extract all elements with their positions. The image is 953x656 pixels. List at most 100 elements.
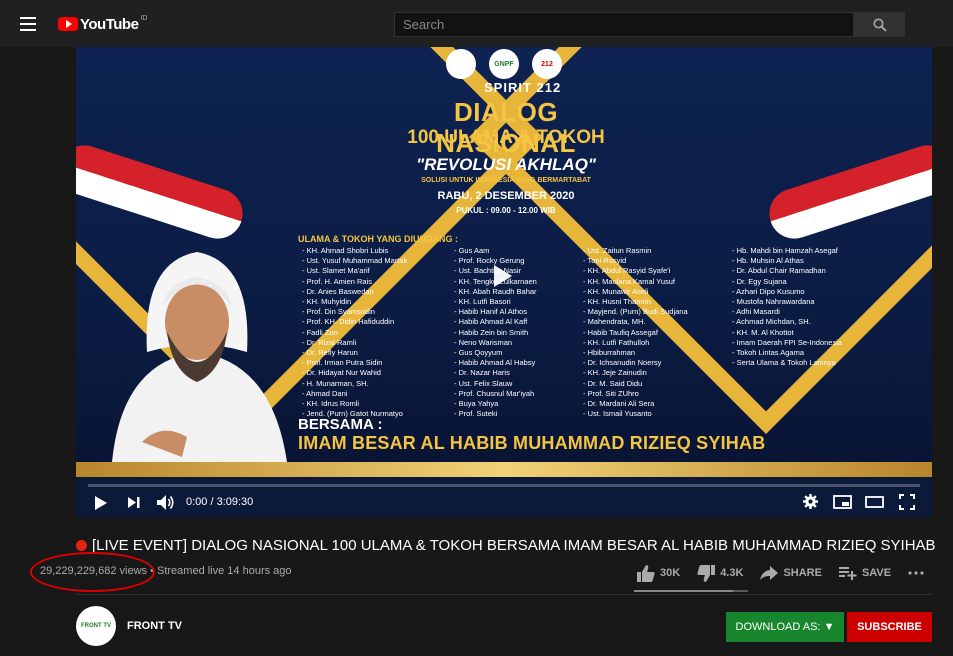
invited-name: - Achmad Michdan, SH. [732, 317, 811, 327]
thumbs-up-icon [637, 564, 655, 582]
search-input[interactable]: Search [394, 12, 854, 37]
settings-gear-icon[interactable] [803, 494, 818, 509]
like-button[interactable]: 30K [637, 564, 680, 582]
invited-name: - KH. Muhyidin [302, 297, 352, 307]
invited-name: - Adhi Masardi [732, 307, 780, 317]
invited-name: - KH. Abah Raudh Bahar [454, 286, 537, 296]
badge-212: 212 [532, 49, 562, 79]
banner-spirit: SPIRIT 212 [484, 80, 562, 95]
hamburger-menu-icon[interactable] [20, 17, 36, 31]
save-button[interactable]: SAVE [838, 566, 891, 580]
theater-mode-icon[interactable] [865, 496, 884, 508]
invited-name: - Prof. H. Amien Rais [302, 276, 373, 286]
more-horizontal-icon [908, 571, 924, 575]
fullscreen-icon[interactable] [899, 494, 915, 510]
channel-avatar[interactable]: FRONT TV [76, 606, 116, 646]
center-play-icon[interactable] [494, 265, 512, 287]
invited-name: - KH. Lutfi Basori [454, 297, 511, 307]
sentiment-bar [634, 590, 748, 592]
invited-name: - Ust. Slamet Ma'arif [302, 266, 370, 276]
next-icon[interactable] [127, 496, 141, 509]
invited-name: - Dr. Rizal Ramli [302, 337, 357, 347]
invited-name: - KH. Abdul Rasyid Syafe'i [583, 266, 671, 276]
play-icon[interactable] [94, 495, 108, 511]
banner-invited-heading: ULAMA & TOKOH YANG DIUNDANG : [298, 234, 459, 244]
invited-name: - KH. Ahmad Shobri Lubis [302, 246, 389, 255]
search-button[interactable] [853, 12, 905, 37]
invited-name: - KH. Idrus Romli [302, 399, 360, 409]
invited-name: - Habib Taufiq Assegaf [583, 327, 658, 337]
invited-name: - Dr. Egy Sujana [732, 276, 787, 286]
download-label: DOWNLOAD AS: [735, 621, 821, 633]
invited-name: - Dr. Hidayat Nur Wahid [302, 368, 381, 378]
invited-name: - Ust. Yusuf Muhammad Martak [302, 256, 408, 266]
more-actions-button[interactable] [908, 571, 924, 575]
invited-name: - Prof. Siti ZUhro [583, 388, 639, 398]
invited-name: - H. Munarman, SH. [302, 378, 369, 388]
invited-name: - Hb. Muhsin Al Athas [732, 256, 804, 266]
youtube-logo[interactable]: YouTube ID [58, 15, 147, 33]
invited-name: - Dr. Nazar Haris [454, 368, 510, 378]
youtube-play-icon [58, 17, 78, 31]
invited-name: - KH. Lutfi Fathulloh [583, 337, 650, 347]
share-button[interactable]: SHARE [760, 566, 822, 580]
banner-revolusi: "REVOLUSI AKHLAQ" [416, 155, 596, 174]
invited-name: - KH. M. Al Khottot [732, 327, 794, 337]
streamed-time: • Streamed live 14 hours ago [147, 565, 292, 577]
invited-name: - Toni Rosyid [583, 256, 627, 266]
invited-name: - Ust. Ismail Yusanto [583, 409, 652, 419]
banner-date: RABU, 2 DESEMBER 2020 [437, 190, 575, 202]
invited-name: - Dr. M. Said Didu [583, 378, 643, 388]
invited-name: - Prof. Chusnul Mar'iyah [454, 388, 535, 398]
invited-column-1: - KH. Ahmad Shobri Lubis - Ust. Yusuf Muh… [302, 246, 407, 419]
subscribe-button[interactable]: SUBSCRIBE [847, 612, 932, 642]
divider [76, 594, 932, 595]
logo-region: ID [140, 14, 148, 22]
top-bar: YouTube ID Search [0, 0, 953, 47]
invited-column-3: - Ust. Zaitun Rasmin - Toni Rosyid - KH. A… [583, 246, 688, 419]
invited-name: - Prof. Din Syamsudin [302, 307, 375, 317]
video-title: [LIVE EVENT] DIALOG NASIONAL 100 ULAMA &… [76, 537, 936, 554]
invited-name: - Prof. KH. Didin Hafiduddin [302, 317, 395, 327]
invited-name: - Dr. Abdul Chair Ramadhan [732, 266, 826, 276]
volume-icon[interactable] [156, 494, 174, 511]
invited-name: - Habib Zein bin Smith [454, 327, 529, 337]
playlist-add-icon [838, 567, 857, 580]
share-icon [760, 566, 779, 580]
invited-name: - Serta Ulama & Tokoh Lainnya [732, 358, 836, 368]
invited-name: - KH. Munawir Aseli [583, 286, 649, 296]
invited-name: - Azhari Dipo Kusumo [732, 286, 805, 296]
red-annotation-circle [30, 552, 155, 592]
invited-name: - Habib Hanif Al Athos [454, 307, 527, 317]
share-label: SHARE [783, 567, 822, 579]
invited-column-4: - Hb. Mahdi bin Hamzah Asegaf - Hb. Muhsi… [732, 246, 842, 368]
invited-name: - Habib Ahmad Al Habsy [454, 358, 536, 368]
dislike-button[interactable]: 4.3K [697, 564, 743, 582]
invited-name: - Fadli Zon [302, 327, 338, 337]
invited-name: - KH. Maulana Kamal Yusuf [583, 276, 675, 286]
video-title-text: [LIVE EVENT] DIALOG NASIONAL 100 ULAMA &… [92, 537, 936, 554]
banner-imam: IMAM BESAR AL HABIB MUHAMMAD RIZIEQ SYIH… [298, 433, 766, 453]
channel-name[interactable]: FRONT TV [127, 620, 182, 632]
invited-name: - Ust. Zaitun Rasmin [583, 246, 652, 255]
miniplayer-icon[interactable] [833, 495, 852, 509]
invited-name: - Dr. Anies Baswedan [302, 286, 374, 296]
invited-name: - Mahendrata, MH. [583, 317, 646, 327]
video-actions: 30K 4.3K SHARE SAVE [637, 561, 941, 585]
invited-name: - Ust. Felix Slauw [454, 378, 513, 388]
badge-left-logo: ▲ [446, 49, 476, 79]
invited-name: - Dr. Ichsanudin Noersy [583, 358, 662, 368]
invited-name: - Gus Aam [454, 246, 490, 255]
invited-name: - Hbiburrahman [583, 348, 636, 358]
download-as-button[interactable]: DOWNLOAD AS: ▼ [726, 612, 844, 642]
invited-name: - Buya Yahya [454, 399, 499, 409]
video-player[interactable]: ▲ GNPF 212 SPIRIT 212 DIALOG NASIONAL 10… [76, 47, 932, 517]
banner-title-2: 100 ULAMA & TOKOH [407, 127, 605, 148]
invited-name: - Mayjend. (Purn) Budi Sudjana [583, 307, 688, 317]
invited-name: - Ahmad Dani [302, 388, 348, 398]
banner-time: PUKUL : 09.00 - 12.00 WIB [456, 206, 556, 215]
invited-name: - KH. Husni Thamrin [583, 297, 651, 307]
invited-name: - Mustofa Nahrawardana [732, 297, 815, 307]
invited-name: - Hb. Mahdi bin Hamzah Asegaf [732, 246, 838, 255]
invited-name: - Dr. Mardani Ali Sera [583, 399, 655, 409]
